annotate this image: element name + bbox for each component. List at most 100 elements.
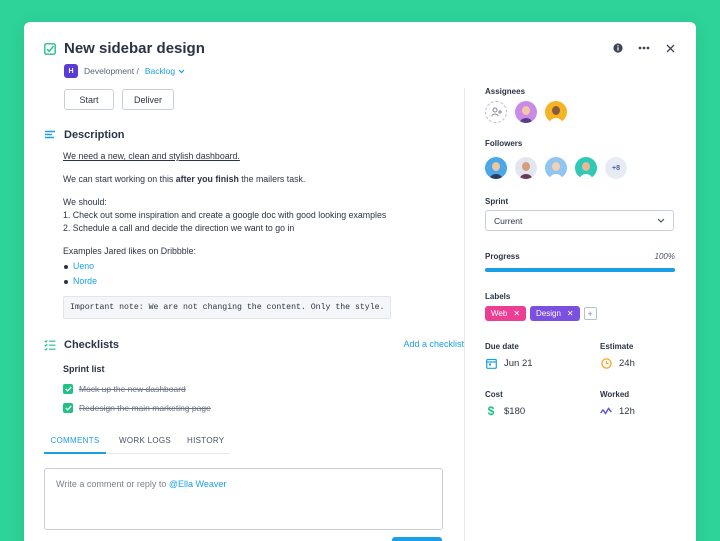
sprint-select[interactable]: Current: [485, 210, 674, 231]
action-buttons: Start Deliver: [64, 89, 174, 110]
panel-divider: [464, 88, 465, 541]
description-line-2-post: the mailers task.: [238, 174, 306, 184]
tab-work-logs[interactable]: WORK LOGS: [119, 434, 171, 453]
add-label-button[interactable]: +: [583, 307, 597, 320]
task-card: New sidebar design H Development / Backl…: [24, 22, 696, 541]
clock-icon: [600, 357, 612, 369]
estimate-label: Estimate: [600, 342, 634, 351]
assignees-list: [485, 101, 567, 123]
task-title[interactable]: New sidebar design: [64, 40, 205, 57]
bullet-dot: [64, 279, 68, 284]
labels-list: Web ✕ Design ✕ +: [485, 306, 597, 321]
project-badge: H: [64, 64, 78, 78]
bullet-dot: [64, 264, 68, 269]
checkbox-checked-icon[interactable]: [63, 384, 73, 394]
description-line-2-pre: We can start working on this: [63, 174, 176, 184]
send-comment-button[interactable]: [392, 537, 442, 541]
description-body: We need a new, clean and stylish dashboa…: [63, 150, 443, 319]
we-should-label: We should:: [63, 197, 107, 207]
labels-label: Labels: [485, 292, 511, 301]
checklist-item-label: Redesign the main marketing page: [79, 403, 211, 413]
sprint-label: Sprint: [485, 197, 509, 206]
cost-value: $180: [504, 405, 526, 417]
example-link-label: Norde: [73, 276, 97, 286]
example-link-norde[interactable]: Norde: [63, 275, 443, 288]
calendar-icon: [485, 357, 497, 369]
avatar[interactable]: [515, 157, 537, 179]
checklists-header: Checklists: [44, 339, 119, 351]
description-line-2: We can start working on this after you f…: [63, 173, 443, 186]
more-followers-badge[interactable]: +8: [605, 157, 627, 179]
checklist-item[interactable]: Mock up the new dashboard: [63, 384, 186, 394]
worked-label: Worked: [600, 390, 630, 399]
important-note: Important note: We are not changing the …: [63, 296, 392, 319]
remove-label-icon[interactable]: ✕: [567, 309, 574, 318]
comment-mention: @Ella Weaver: [168, 479, 227, 489]
comment-input[interactable]: Write a comment or reply to @Ella Weaver: [44, 468, 443, 530]
status-dropdown[interactable]: Backlog: [145, 66, 185, 76]
followers-list: +8: [485, 157, 627, 179]
avatar[interactable]: [545, 101, 567, 123]
progress-value: 100%: [654, 252, 675, 261]
checklists-heading: Checklists: [64, 339, 120, 351]
description-line-2-bold: after you finish: [175, 174, 239, 184]
task-main-panel: New sidebar design H Development / Backl…: [24, 22, 464, 541]
activity-tabs: COMMENTS WORK LOGS HISTORY: [44, 434, 229, 454]
deliver-button[interactable]: Deliver: [122, 89, 174, 110]
due-date-label: Due date: [485, 342, 519, 351]
breadcrumb: H Development / Backlog: [64, 64, 185, 78]
progress-bar-fill: [485, 268, 675, 272]
cost-field[interactable]: $ $180: [485, 404, 526, 418]
checklist-icon: [44, 339, 56, 351]
avatar[interactable]: [545, 157, 567, 179]
avatar[interactable]: [575, 157, 597, 179]
step-1: 1. Check out some inspiration and create…: [63, 210, 387, 220]
tab-comments[interactable]: COMMENTS: [44, 434, 106, 454]
example-link-label: Ueno: [73, 261, 95, 271]
due-date-field[interactable]: Jun 21: [485, 357, 533, 369]
comment-placeholder: Write a comment or reply to: [56, 479, 169, 489]
add-user-icon: [490, 107, 502, 117]
dollar-icon: $: [487, 404, 495, 418]
description-line-1: We need a new, clean and stylish dashboa…: [63, 151, 240, 161]
avatar[interactable]: [515, 101, 537, 123]
label-tag-web[interactable]: Web ✕: [485, 306, 527, 321]
breadcrumb-status: Backlog: [144, 66, 176, 76]
remove-label-icon[interactable]: ✕: [513, 309, 520, 318]
due-date-value: Jun 21: [504, 357, 533, 369]
chevron-down-icon: [178, 69, 185, 73]
sprint-value: Current: [494, 215, 523, 226]
cost-label: Cost: [485, 390, 503, 399]
activity-icon: [600, 405, 612, 417]
tab-history[interactable]: HISTORY: [187, 434, 224, 453]
task-check-icon: [44, 42, 56, 55]
label-tag-name: Web: [491, 309, 508, 318]
add-assignee-button[interactable]: [485, 101, 507, 123]
label-tag-name: Design: [536, 309, 561, 318]
avatar[interactable]: [485, 157, 507, 179]
step-2: 2. Schedule a call and decide the direct…: [63, 223, 295, 233]
checkbox-checked-icon[interactable]: [63, 403, 73, 413]
task-title-row: New sidebar design: [44, 40, 205, 57]
text-align-icon: [45, 130, 55, 139]
checklist-title: Sprint list: [63, 364, 105, 374]
task-sidebar: Assignees Followers +8 Sprint Current Pr…: [485, 22, 696, 541]
breadcrumb-project[interactable]: Development /: [84, 66, 139, 76]
add-checklist-link[interactable]: Add a checklist: [403, 339, 464, 349]
examples-label: Examples Jared likes on Dribbble:: [63, 246, 196, 256]
label-tag-design[interactable]: Design ✕: [530, 306, 580, 321]
description-header: Description: [44, 129, 125, 141]
checklist-item[interactable]: Redesign the main marketing page: [63, 403, 211, 413]
worked-value: 12h: [619, 405, 635, 417]
assignees-label: Assignees: [485, 87, 526, 96]
example-link-ueno[interactable]: Ueno: [63, 260, 443, 273]
progress-bar: [485, 268, 675, 272]
start-button[interactable]: Start: [64, 89, 114, 110]
estimate-field[interactable]: 24h: [600, 357, 635, 369]
worked-field[interactable]: 12h: [600, 405, 635, 417]
checklist-item-label: Mock up the new dashboard: [79, 384, 186, 394]
followers-label: Followers: [485, 139, 523, 148]
chevron-down-icon: [657, 218, 665, 223]
estimate-value: 24h: [619, 357, 635, 369]
progress-header: Progress 100%: [485, 252, 675, 261]
